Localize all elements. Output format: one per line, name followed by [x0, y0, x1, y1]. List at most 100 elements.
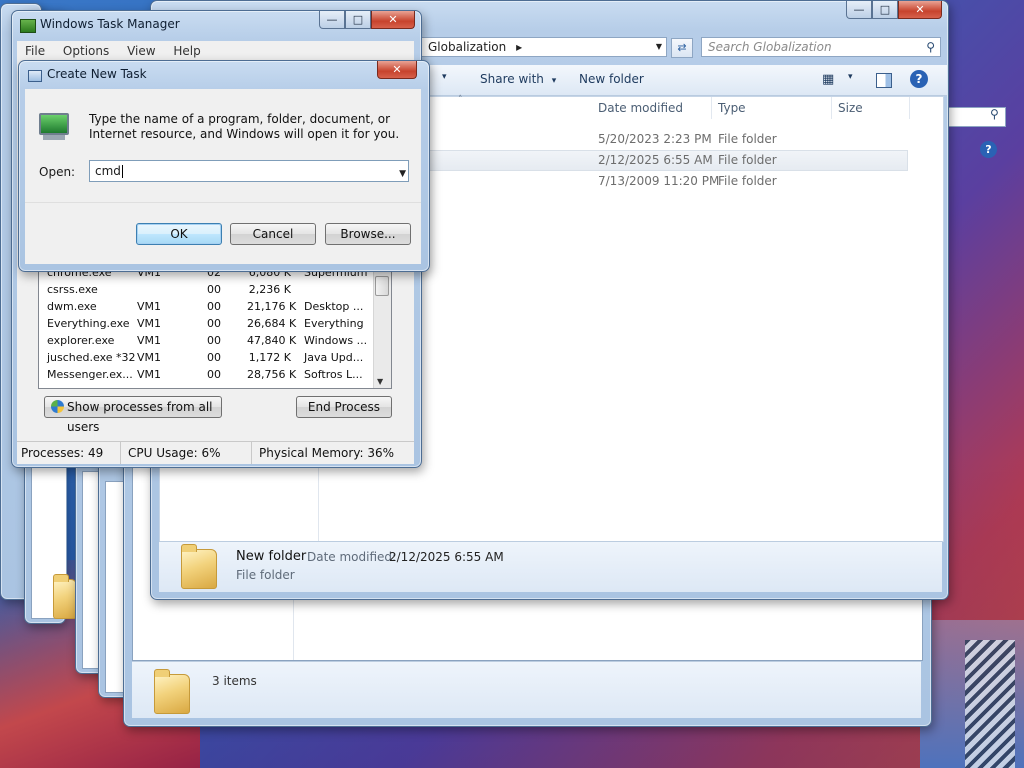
process-desc: Softros L... [304, 368, 363, 381]
row-date: 5/20/2023 2:23 PM [598, 132, 712, 146]
close-button[interactable]: ✕ [898, 1, 942, 19]
address-dropdown-icon[interactable]: ▼ [656, 38, 662, 56]
preview-pane-icon[interactable] [876, 73, 892, 88]
process-user: VM1 [137, 368, 162, 381]
process-cpu: 00 [207, 351, 221, 364]
details-date-value: 2/12/2025 6:55 AM [389, 550, 504, 564]
row-type: File folder [718, 153, 777, 167]
column-type[interactable]: Type [712, 97, 832, 119]
process-name: csrss.exe [47, 283, 98, 296]
column-size[interactable]: Size [832, 97, 910, 119]
close-button[interactable]: ✕ [377, 61, 417, 79]
process-mem: 26,684 K [247, 317, 297, 330]
open-label: Open: [39, 165, 76, 179]
scrollbar-thumb[interactable] [375, 276, 389, 296]
maximize-button[interactable]: □ [345, 11, 371, 29]
computer-icon [39, 113, 69, 135]
row-type: File folder [718, 132, 777, 146]
row-type: File folder [718, 174, 777, 188]
process-cpu: 00 [207, 283, 221, 296]
process-list[interactable]: chrome.exe VM1 02 6,080 K Supermium csrss.exe… [38, 269, 392, 389]
process-name: jusched.exe *32 [47, 351, 136, 364]
open-input-value[interactable]: cmd [95, 164, 121, 178]
folder-icon [181, 544, 217, 589]
process-name: dwm.exe [47, 300, 97, 313]
process-user: VM1 [137, 351, 162, 364]
task-manager-icon [20, 19, 36, 33]
help-icon[interactable]: ? [910, 70, 928, 88]
process-name: explorer.exe [47, 334, 115, 347]
close-icon: ✕ [392, 63, 402, 76]
process-scrollbar[interactable]: ▼ [373, 270, 391, 388]
text-caret [121, 165, 123, 178]
sort-arrow-icon: ˄ [458, 95, 463, 105]
end-process-button[interactable]: End Process [296, 396, 392, 418]
cancel-button[interactable]: Cancel [230, 223, 316, 245]
process-user: VM1 [137, 300, 162, 313]
create-new-task-dialog[interactable]: Create New Task ✕ Type the name of a pro… [18, 60, 430, 272]
open-combobox[interactable]: cmd ▼ [89, 160, 409, 182]
breadcrumb-globalization[interactable]: Globalization [428, 40, 506, 54]
show-all-processes-button[interactable]: Show processes from all users [44, 396, 222, 434]
help-icon[interactable]: ? [980, 141, 997, 158]
new-folder-button[interactable]: New folder [579, 72, 644, 86]
organize-chevron-icon[interactable]: ▾ [442, 72, 447, 82]
nav-pane-divider [318, 457, 319, 541]
dialog-body: Type the name of a program, folder, docu… [25, 89, 421, 264]
search-icon[interactable]: ⚲ [926, 38, 935, 56]
status-cpu: CPU Usage: 6% [124, 442, 252, 464]
menu-bar: File Options View Help [17, 41, 414, 61]
status-memory: Physical Memory: 36% [259, 446, 395, 460]
ok-button[interactable]: OK [136, 223, 222, 245]
menu-options[interactable]: Options [63, 44, 109, 58]
process-cpu: 00 [207, 368, 221, 381]
minimize-button[interactable]: — [319, 11, 345, 29]
process-name: Messenger.ex... [47, 368, 133, 381]
maximize-button[interactable]: □ [872, 1, 898, 19]
details-date-label: Date modified: [307, 550, 397, 564]
view-options-chevron-icon[interactable]: ▾ [848, 72, 853, 82]
menu-view[interactable]: View [127, 44, 155, 58]
process-cpu: 00 [207, 300, 221, 313]
details-kind: File folder [236, 568, 295, 582]
address-bar[interactable]: Globalization ▸ ▼ [421, 37, 667, 57]
dropdown-arrow-icon[interactable]: ▼ [399, 164, 406, 184]
process-name: Everything.exe [47, 317, 130, 330]
task-manager-status-bar: Processes: 49 CPU Usage: 6% Physical Mem… [17, 441, 414, 464]
shield-icon [51, 400, 64, 413]
refresh-icon[interactable]: ⇄ [671, 38, 693, 58]
nav-pane-divider [293, 594, 294, 660]
close-button[interactable]: ✕ [371, 11, 415, 29]
menu-help[interactable]: Help [173, 44, 200, 58]
row-date: 2/12/2025 6:55 AM [598, 153, 713, 167]
process-row[interactable]: Messenger.ex... VM1 00 28,756 K Softros L... [39, 366, 369, 383]
search-icon[interactable]: ⚲ [990, 107, 999, 121]
computer-base [43, 135, 65, 140]
maximize-icon: □ [352, 13, 364, 26]
process-desc: Desktop ... [304, 300, 364, 313]
minimize-button[interactable]: — [846, 1, 872, 19]
process-row[interactable]: Everything.exe VM1 00 26,684 K Everything [39, 315, 369, 332]
search-input[interactable]: Search Globalization ⚲ [701, 37, 941, 57]
view-options-icon[interactable]: ▦ [822, 72, 834, 87]
process-mem: 21,176 K [247, 300, 297, 313]
menu-file[interactable]: File [25, 44, 45, 58]
process-mem: 2,236 K [248, 283, 291, 296]
process-desc: Windows ... [304, 334, 368, 347]
process-row[interactable]: jusched.exe *32 VM1 00 1,172 K Java Upd... [39, 349, 369, 366]
maximize-icon: □ [879, 3, 891, 16]
process-user: VM1 [137, 317, 162, 330]
browse-button[interactable]: Browse... [325, 223, 411, 245]
row-date: 7/13/2009 11:20 PM [598, 174, 720, 188]
close-icon: ✕ [388, 13, 398, 26]
share-with-button[interactable]: Share with ▾ [480, 72, 556, 86]
process-mem: 28,756 K [247, 368, 297, 381]
column-date-modified[interactable]: Date modified [592, 97, 712, 119]
scroll-down-arrow-icon[interactable]: ▼ [377, 377, 383, 386]
process-row[interactable]: csrss.exe 00 2,236 K [39, 281, 369, 298]
process-row[interactable]: explorer.exe VM1 00 47,840 K Windows ... [39, 332, 369, 349]
close-icon: ✕ [915, 3, 925, 16]
breadcrumb-chevron-icon[interactable]: ▸ [516, 40, 522, 54]
folder-icon [154, 669, 190, 714]
process-row[interactable]: dwm.exe VM1 00 21,176 K Desktop ... [39, 298, 369, 315]
